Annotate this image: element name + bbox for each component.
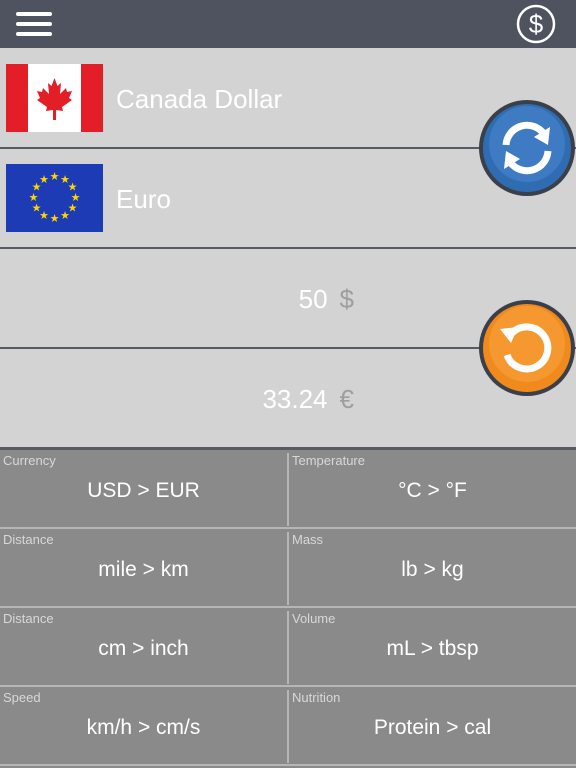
converter-label: °C > °F	[398, 479, 467, 502]
input-amount-field[interactable]: 50 $	[0, 284, 354, 315]
canada-flag-icon	[6, 64, 103, 132]
divider	[287, 532, 289, 605]
converter-category: Distance	[3, 532, 54, 547]
converter-temperature[interactable]: Temperature °C > °F	[289, 450, 576, 527]
converter-label: cm > inch	[98, 637, 189, 660]
swap-arrows-icon[interactable]	[478, 99, 576, 197]
divider	[287, 690, 289, 763]
converter-label: USD > EUR	[87, 479, 200, 502]
converter-volume[interactable]: Volume mL > tbsp	[289, 608, 576, 685]
output-currency-symbol: €	[339, 384, 354, 414]
svg-text:★: ★	[50, 212, 60, 225]
divider	[287, 611, 289, 684]
divider	[0, 764, 576, 766]
output-amount-field: 33.24 €	[0, 384, 354, 415]
converter-category: Mass	[292, 532, 324, 547]
refresh-icon[interactable]	[478, 299, 576, 397]
svg-text:★: ★	[50, 170, 60, 183]
converter-category: Speed	[3, 690, 41, 705]
svg-text:★: ★	[39, 173, 49, 186]
input-currency-symbol: $	[339, 284, 354, 314]
dollar-circle-icon[interactable]: $	[516, 4, 556, 44]
converter-mass[interactable]: Mass lb > kg	[289, 529, 576, 606]
converter-currency[interactable]: Currency USD > EUR	[0, 450, 287, 527]
from-currency-name: Canada Dollar	[116, 84, 283, 114]
to-currency-name: Euro	[116, 184, 171, 214]
top-bar: $	[0, 0, 576, 48]
converter-category: Temperature	[292, 453, 365, 468]
converter-speed[interactable]: Speed km/h > cm/s	[0, 687, 287, 764]
hamburger-menu-icon[interactable]	[16, 12, 54, 36]
input-amount-value: 50	[298, 284, 328, 314]
output-amount-value: 33.24	[262, 384, 328, 414]
converter-nutrition[interactable]: Nutrition Protein > cal	[289, 687, 576, 764]
converter-label: mL > tbsp	[386, 637, 479, 660]
converter-label: Protein > cal	[373, 716, 492, 739]
converter-distance-cm[interactable]: Distance cm > inch	[0, 608, 287, 685]
svg-text:★: ★	[60, 209, 70, 222]
converter-category: Distance	[3, 611, 54, 626]
divider	[287, 453, 289, 526]
converter-label: lb > kg	[401, 558, 464, 581]
eu-flag-icon: ★ ★★ ★★★ ★★★ ★★★	[6, 164, 103, 232]
converter-label: km/h > cm/s	[86, 716, 201, 739]
converter-category: Nutrition	[292, 690, 341, 705]
converter-label: mile > km	[98, 558, 189, 581]
converter-category: Volume	[292, 611, 336, 626]
converter-category: Currency	[3, 453, 56, 468]
svg-text:$: $	[529, 9, 544, 39]
converter-grid: Currency USD > EUR Temperature °C > °F D…	[0, 450, 576, 768]
converter-distance-mile[interactable]: Distance mile > km	[0, 529, 287, 606]
